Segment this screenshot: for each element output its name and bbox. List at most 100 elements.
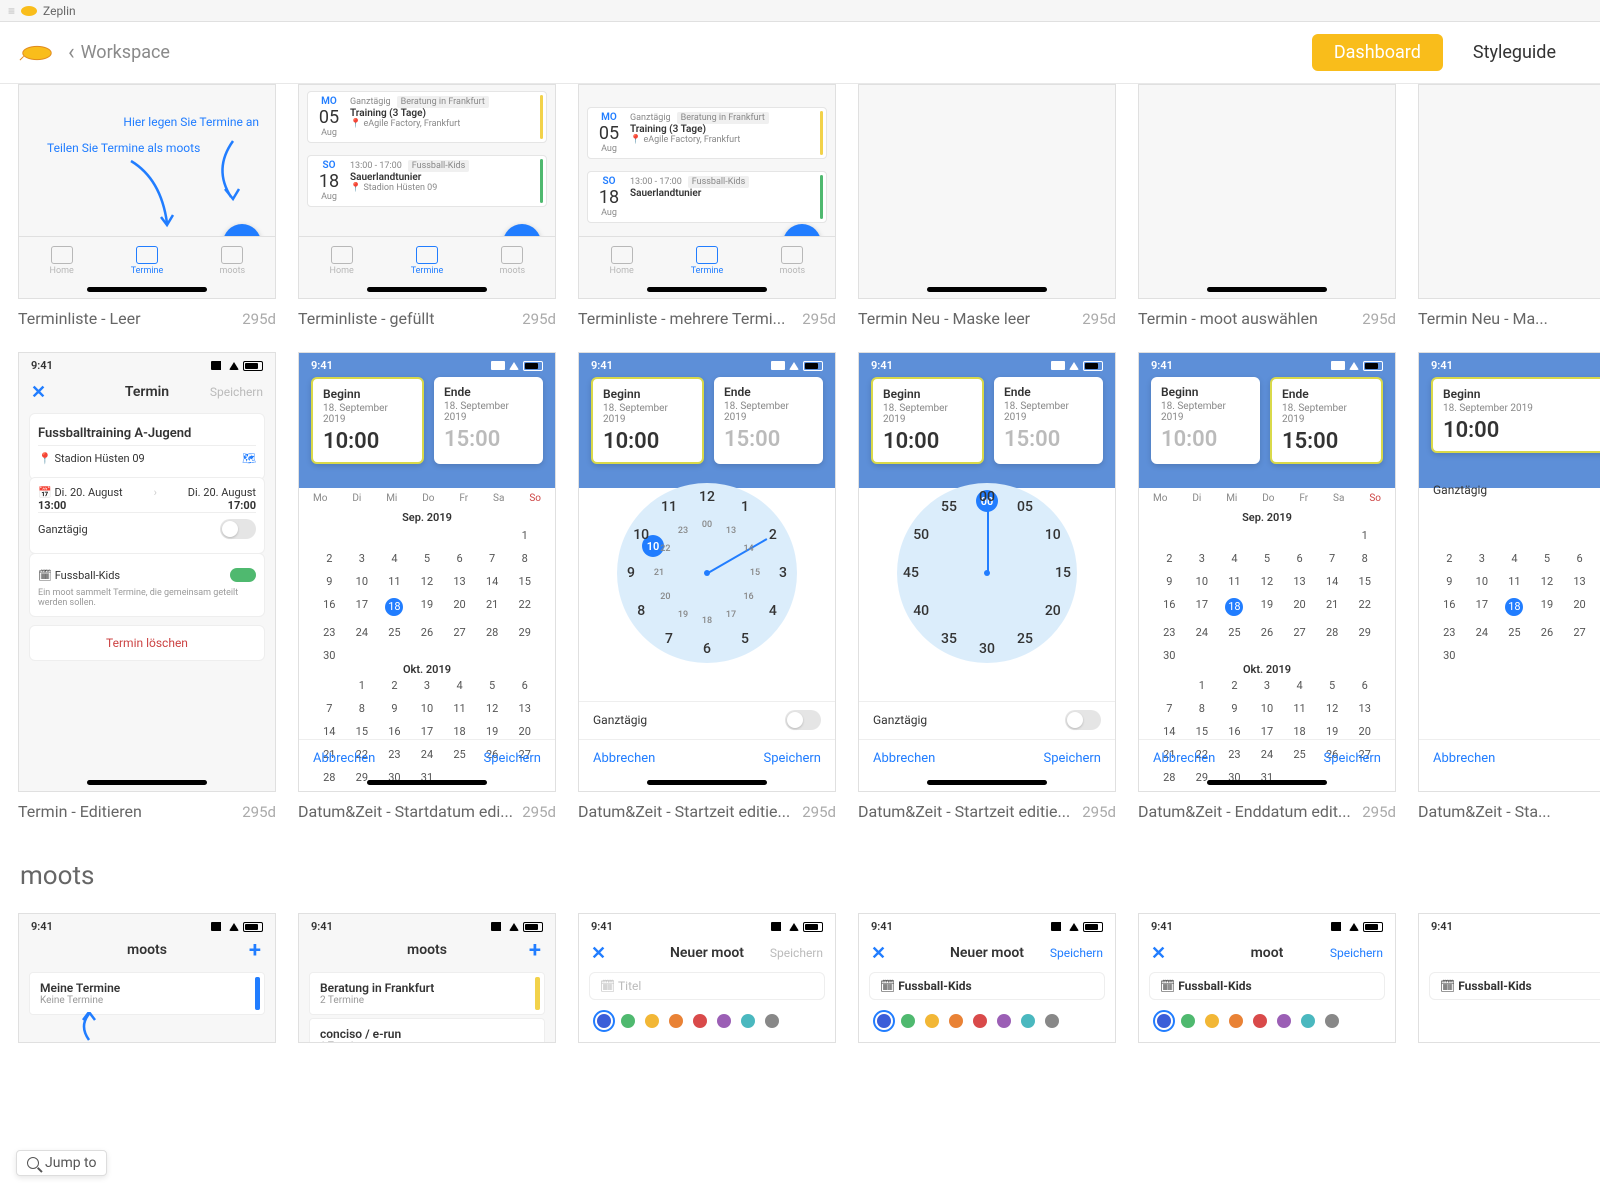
jump-to-button[interactable]: Jump to bbox=[16, 1150, 107, 1176]
cancel-button[interactable]: Abbrechen bbox=[1153, 751, 1215, 766]
screen-cell[interactable]: 9:41 ✕Neuer mootSpeichern 🗓 Fussball-Kid… bbox=[858, 913, 1116, 1043]
cancel-button[interactable]: Abbrechen bbox=[873, 751, 935, 766]
screen-title: Termin - Editieren bbox=[18, 802, 142, 821]
save-button[interactable]: Speichern bbox=[1323, 751, 1381, 766]
tabbar: Home Termine moots bbox=[299, 236, 555, 284]
save-button[interactable]: Speichern bbox=[483, 751, 541, 766]
section-moots: moots bbox=[20, 861, 1582, 891]
screen-cell[interactable]: Termin - moot auswählen295d bbox=[1138, 84, 1396, 328]
toolbar: ‹ Workspace Dashboard Styleguide bbox=[0, 22, 1600, 84]
screen-title: Datum&Zeit - Startzeit editie... bbox=[858, 802, 1070, 821]
allday-toggle[interactable] bbox=[1065, 710, 1101, 730]
close-icon[interactable]: ✕ bbox=[871, 943, 886, 964]
close-icon[interactable]: ✕ bbox=[591, 943, 606, 964]
beginn-card[interactable]: Beginn18. September 201910:00 bbox=[1151, 377, 1260, 464]
screen-cell[interactable]: Termin Neu - Ma... bbox=[1418, 84, 1600, 328]
screen-cell[interactable]: 9:41 ✕TerminSpeichern Fussballtraining A… bbox=[18, 352, 276, 821]
moot-list-item[interactable]: conciso / e-run1 Termin bbox=[309, 1018, 545, 1043]
ende-card[interactable]: Ende18. September 201915:00 bbox=[714, 377, 823, 464]
screen-cell[interactable]: 9:41 ✕Neuer mootSpeichern 🗓 Titel bbox=[578, 913, 836, 1043]
screen-age: 295d bbox=[242, 310, 276, 328]
save-button[interactable]: Speichern bbox=[1043, 751, 1101, 766]
close-icon[interactable]: ✕ bbox=[31, 382, 46, 403]
tabbar: Home Termine moots bbox=[579, 236, 835, 284]
hint-share: Teilen Sie Termine als moots bbox=[47, 141, 200, 155]
map-icon[interactable]: 🗺 bbox=[242, 452, 256, 465]
home-indicator bbox=[1207, 780, 1327, 785]
ende-card[interactable]: Ende18. September 201915:00 bbox=[434, 377, 543, 464]
tab-home[interactable]: Home bbox=[299, 237, 384, 284]
tab-moots[interactable]: moots bbox=[750, 237, 835, 284]
home-indicator bbox=[87, 780, 207, 785]
allday-toggle[interactable] bbox=[220, 519, 256, 539]
search-icon bbox=[27, 1157, 39, 1169]
ende-card[interactable]: Ende18. September 201915:00 bbox=[1270, 377, 1383, 464]
home-indicator bbox=[927, 287, 1047, 292]
cancel-button[interactable]: Abbrechen bbox=[313, 751, 375, 766]
moot-list-item[interactable]: Beratung in Frankfurt2 Termine bbox=[309, 972, 545, 1015]
home-indicator bbox=[647, 287, 767, 292]
save-button[interactable]: Speichern bbox=[210, 385, 263, 399]
add-moot-button[interactable]: + bbox=[249, 938, 261, 963]
moot-list-item[interactable]: Meine TermineKeine Termine bbox=[29, 972, 265, 1015]
screen-row: Teilen Sie Termine als moots Hier legen … bbox=[18, 84, 1582, 328]
screen-cell[interactable]: 9:41 moots+ Meine TermineKeine Termine bbox=[18, 913, 276, 1043]
delete-button[interactable]: Termin löschen bbox=[29, 625, 265, 661]
back-button[interactable]: ‹ bbox=[68, 40, 75, 65]
beginn-card[interactable]: Beginn18. September 201910:00 bbox=[311, 377, 424, 464]
window-title: Zeplin bbox=[43, 4, 76, 18]
tab-termine[interactable]: Termine bbox=[664, 237, 749, 284]
screen-cell[interactable]: 📍 Conciso, Westfalendamm 251, 44141 ... … bbox=[578, 84, 836, 328]
beginn-card[interactable]: Beginn18. September 201910:00 bbox=[1431, 377, 1600, 453]
screen-cell[interactable]: 9:41 ✕mootSpeichern 🗓 Fussball-Kids bbox=[1138, 913, 1396, 1043]
screen-cell[interactable]: Termin Neu - Maske leer295d bbox=[858, 84, 1116, 328]
beginn-card[interactable]: Beginn18. September 201910:00 bbox=[591, 377, 704, 464]
cancel-button[interactable]: Abbrechen bbox=[593, 751, 655, 766]
screen-cell[interactable]: 9:41 🗓 Fussball-Kids bbox=[1418, 913, 1600, 1043]
screen-cell[interactable]: 9:41 Beginn18. September 201910:00 Ende1… bbox=[1138, 352, 1396, 821]
screen-cell[interactable]: 9:41 moots+ Beratung in Frankfurt2 Termi… bbox=[298, 913, 556, 1043]
screen-title: Termin Neu - Ma... bbox=[1418, 309, 1548, 328]
breadcrumb-workspace[interactable]: Workspace bbox=[81, 42, 170, 63]
beginn-card[interactable]: Beginn18. September 201910:00 bbox=[871, 377, 984, 464]
save-button[interactable]: Speichern bbox=[1330, 946, 1383, 960]
screen-title: Datum&Zeit - Sta... bbox=[1418, 802, 1551, 821]
add-moot-button[interactable]: + bbox=[529, 938, 541, 963]
tab-home[interactable]: Home bbox=[579, 237, 664, 284]
home-indicator bbox=[647, 780, 767, 785]
ende-card[interactable]: Ende18. September 201915:00 bbox=[994, 377, 1103, 464]
clock-minutes[interactable]: 00 000510152025303540455055 bbox=[897, 483, 1077, 663]
screen-cell[interactable]: 9:41 Beginn18. September 201910:00 Ende1… bbox=[858, 352, 1116, 821]
screen-title: Termin Neu - Maske leer bbox=[858, 309, 1030, 328]
close-icon[interactable]: ✕ bbox=[1151, 943, 1166, 964]
tab-dashboard[interactable]: Dashboard bbox=[1312, 34, 1443, 71]
tab-styleguide[interactable]: Styleguide bbox=[1451, 34, 1578, 71]
screen-cell[interactable]: MO05Aug GanztägigBeratung in FrankfurtTr… bbox=[298, 84, 556, 328]
screen-cell[interactable]: 9:41 Beginn18. September 201910:00 Ende1… bbox=[578, 352, 836, 821]
save-button[interactable]: Speichern bbox=[770, 946, 823, 960]
save-button[interactable]: Speichern bbox=[1050, 946, 1103, 960]
screen-cell[interactable]: 9:41 Beginn18. September 201910:00 Ganzt… bbox=[1418, 352, 1600, 821]
screen-title: Datum&Zeit - Enddatum edit... bbox=[1138, 802, 1351, 821]
zeplin-logo-icon bbox=[18, 41, 56, 65]
screen-title: Termin - moot auswählen bbox=[1138, 309, 1318, 328]
screen-cell[interactable]: Teilen Sie Termine als moots Hier legen … bbox=[18, 84, 276, 328]
moot-toggle[interactable] bbox=[230, 568, 256, 582]
hint-create: Hier legen Sie Termine an bbox=[123, 115, 259, 129]
allday-toggle[interactable] bbox=[785, 710, 821, 730]
home-indicator bbox=[367, 780, 487, 785]
cancel-button[interactable]: Abbrechen bbox=[1433, 751, 1495, 766]
screen-title: Terminliste - gefüllt bbox=[298, 309, 434, 328]
tab-moots[interactable]: moots bbox=[190, 237, 275, 284]
screen-cell[interactable]: 9:41 Beginn18. September 201910:00 Ende1… bbox=[298, 352, 556, 821]
tabbar: Home Termine moots bbox=[19, 236, 275, 284]
tab-termine[interactable]: Termine bbox=[384, 237, 469, 284]
tab-termine[interactable]: Termine bbox=[104, 237, 189, 284]
tab-home[interactable]: Home bbox=[19, 237, 104, 284]
screen-title: Terminliste - mehrere Termi... bbox=[578, 309, 785, 328]
save-button[interactable]: Speichern bbox=[763, 751, 821, 766]
clock-hours[interactable]: 10 1212345678910110013141516171819202122… bbox=[617, 483, 797, 663]
arrow-icon bbox=[69, 1012, 109, 1042]
tab-moots[interactable]: moots bbox=[470, 237, 555, 284]
screen-row: 9:41 ✕TerminSpeichern Fussballtraining A… bbox=[18, 352, 1582, 821]
